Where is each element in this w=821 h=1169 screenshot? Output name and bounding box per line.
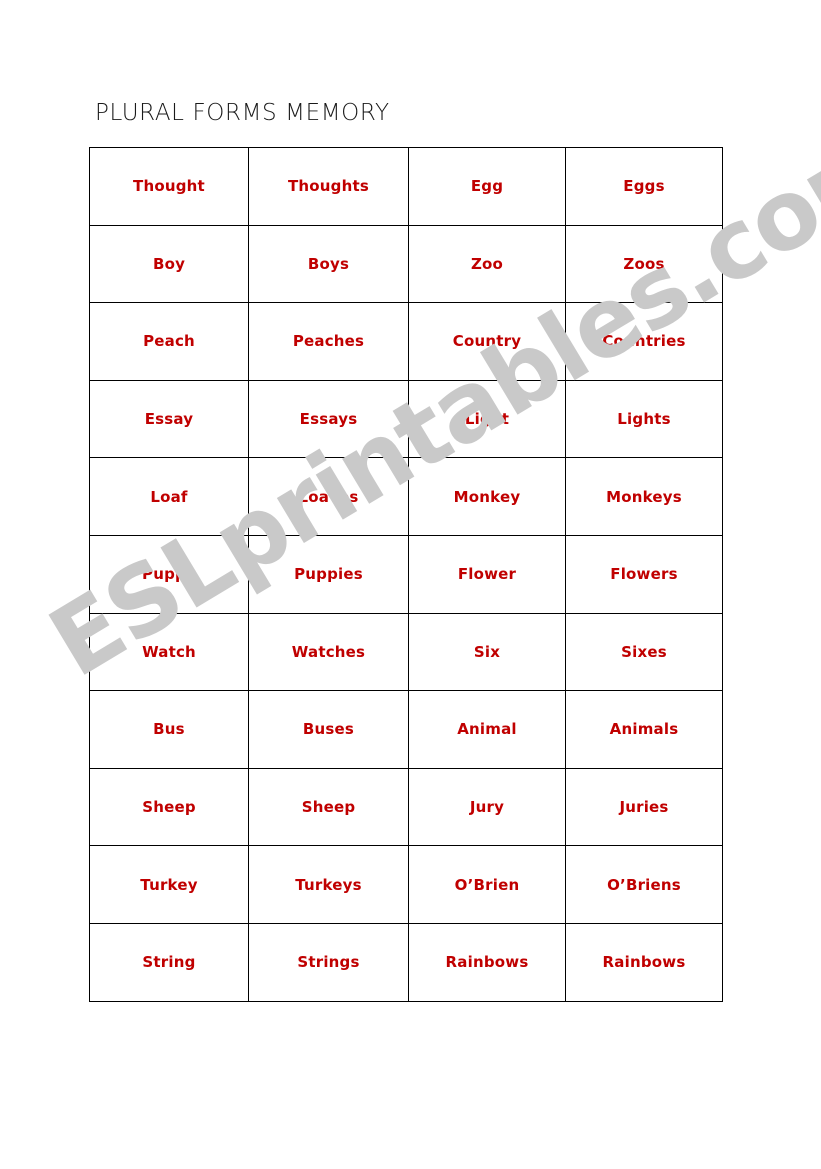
memory-card-cell[interactable]: Essays (248, 379, 409, 459)
table-row: Boy Boys Zoo Zoos (89, 224, 723, 304)
table-row: Watch Watches Six Sixes (89, 612, 723, 692)
memory-card-cell[interactable]: Sixes (565, 612, 723, 692)
worksheet-page: PLURAL FORMS MEMORY Thought Thoughts Egg… (0, 0, 821, 1169)
memory-card-cell[interactable]: Boys (248, 224, 409, 304)
memory-card-cell[interactable]: O’Briens (565, 845, 723, 924)
memory-card-cell[interactable]: Flowers (565, 534, 723, 614)
memory-card-cell[interactable]: Monkey (408, 457, 566, 536)
memory-card-cell[interactable]: Flower (408, 534, 566, 614)
memory-card-cell[interactable]: Watch (89, 612, 249, 692)
memory-card-cell[interactable]: Peaches (248, 302, 409, 381)
memory-card-cell[interactable]: Zoo (408, 224, 566, 304)
table-body: Thought Thoughts Egg Eggs Boy Boys Zoo Z… (89, 147, 723, 1002)
memory-card-cell[interactable]: Eggs (565, 147, 723, 226)
memory-card-cell[interactable]: String (89, 922, 249, 1002)
memory-card-cell[interactable]: Buses (248, 690, 409, 769)
table-row: Turkey Turkeys O’Brien O’Briens (89, 845, 723, 924)
memory-card-cell[interactable]: Country (408, 302, 566, 381)
table-row: Thought Thoughts Egg Eggs (89, 147, 723, 226)
table-row: String Strings Rainbows Rainbows (89, 922, 723, 1002)
memory-card-cell[interactable]: Watches (248, 612, 409, 692)
memory-card-cell[interactable]: Animal (408, 690, 566, 769)
memory-card-cell[interactable]: Juries (565, 767, 723, 847)
memory-card-cell[interactable]: Lights (565, 379, 723, 459)
memory-card-cell[interactable]: Strings (248, 922, 409, 1002)
memory-card-cell[interactable]: Turkey (89, 845, 249, 924)
table-row: Bus Buses Animal Animals (89, 690, 723, 769)
memory-card-cell[interactable]: Peach (89, 302, 249, 381)
memory-card-cell[interactable]: Animals (565, 690, 723, 769)
memory-card-cell[interactable]: Egg (408, 147, 566, 226)
page-title: PLURAL FORMS MEMORY (95, 100, 390, 126)
memory-card-cell[interactable]: Six (408, 612, 566, 692)
memory-card-cell[interactable]: Puppies (248, 534, 409, 614)
plural-forms-memory-table: Thought Thoughts Egg Eggs Boy Boys Zoo Z… (89, 147, 723, 1002)
memory-card-cell[interactable]: Sheep (89, 767, 249, 847)
memory-card-cell[interactable]: Thought (89, 147, 249, 226)
memory-card-cell[interactable]: Sheep (248, 767, 409, 847)
memory-card-cell[interactable]: Essay (89, 379, 249, 459)
memory-card-cell[interactable]: Loaf (89, 457, 249, 536)
table-row: Loaf Loaves Monkey Monkeys (89, 457, 723, 536)
memory-card-cell[interactable]: Zoos (565, 224, 723, 304)
table-row: Peach Peaches Country Countries (89, 302, 723, 381)
memory-card-cell[interactable]: Rainbows (565, 922, 723, 1002)
memory-card-cell[interactable]: O’Brien (408, 845, 566, 924)
memory-card-cell[interactable]: Rainbows (408, 922, 566, 1002)
memory-card-cell[interactable]: Thoughts (248, 147, 409, 226)
memory-card-cell[interactable]: Bus (89, 690, 249, 769)
memory-card-cell[interactable]: Loaves (248, 457, 409, 536)
memory-card-cell[interactable]: Boy (89, 224, 249, 304)
table-row: Essay Essays Light Lights (89, 379, 723, 459)
memory-card-cell[interactable]: Turkeys (248, 845, 409, 924)
memory-card-cell[interactable]: Monkeys (565, 457, 723, 536)
table-row: Puppy Puppies Flower Flowers (89, 534, 723, 614)
memory-card-cell[interactable]: Light (408, 379, 566, 459)
memory-card-cell[interactable]: Countries (565, 302, 723, 381)
memory-card-cell[interactable]: Jury (408, 767, 566, 847)
memory-card-cell[interactable]: Puppy (89, 534, 249, 614)
table-row: Sheep Sheep Jury Juries (89, 767, 723, 847)
